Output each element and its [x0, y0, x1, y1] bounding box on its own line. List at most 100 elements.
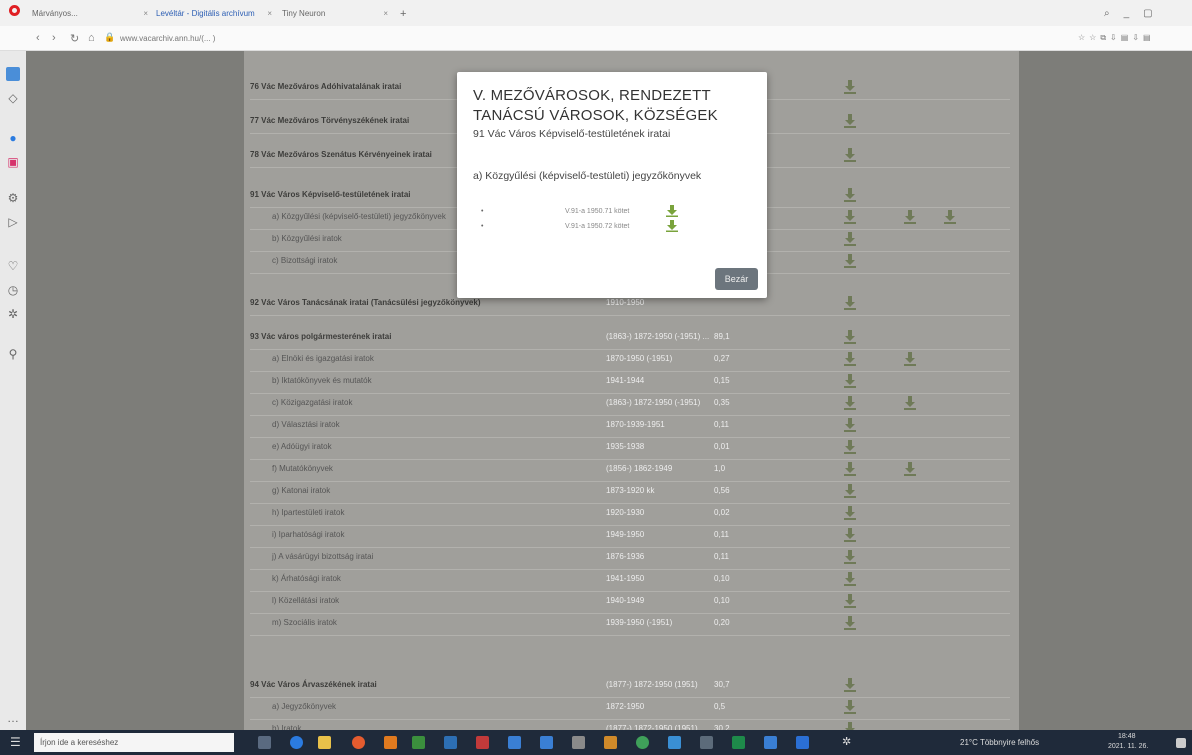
download-icon[interactable] — [844, 232, 856, 246]
tab-1[interactable]: Márványos... × — [32, 5, 152, 22]
download-icon[interactable] — [844, 484, 856, 498]
download-icon[interactable] — [844, 114, 856, 128]
app-icon[interactable] — [604, 736, 617, 749]
download-icon[interactable] — [904, 396, 916, 410]
close-icon[interactable]: × — [379, 9, 392, 18]
app-icon[interactable] — [764, 736, 777, 749]
app-icon[interactable] — [384, 736, 397, 749]
download-icon[interactable] — [844, 462, 856, 476]
home-icon[interactable]: ⌂ — [88, 32, 95, 44]
edge-icon[interactable] — [290, 736, 303, 749]
tab-3[interactable]: Tiny Neuron × — [282, 5, 392, 22]
back-icon[interactable]: ‹ — [36, 32, 40, 44]
download-icon[interactable] — [844, 296, 856, 310]
download-icon[interactable] — [844, 616, 856, 630]
gear-icon[interactable]: ✲ — [6, 307, 20, 321]
download-icon[interactable] — [844, 254, 856, 268]
chrome-icon[interactable] — [352, 736, 365, 749]
sub-series-label[interactable]: d) Választási iratok — [272, 420, 340, 429]
app-icon[interactable] — [540, 736, 553, 749]
sub-series-label[interactable]: i) Iparhatósági iratok — [272, 530, 344, 539]
volume-link[interactable]: V.91-a 1950.71 kötet — [565, 208, 629, 215]
sub-series-label[interactable]: e) Adóügyi iratok — [272, 442, 332, 451]
workspace-icon[interactable] — [6, 67, 20, 81]
word-icon[interactable] — [444, 736, 457, 749]
download-icon[interactable] — [844, 396, 856, 410]
weather-status[interactable]: 21°C Többnyire felhős — [960, 738, 1039, 747]
fond-label[interactable]: 91 Vác Város Képviselő-testületének irat… — [250, 190, 411, 199]
sub-series-label[interactable]: m) Szociális iratok — [272, 618, 337, 627]
fond-label[interactable]: 78 Vác Mezőváros Szenátus Kérvényeinek i… — [250, 150, 432, 159]
download-icon[interactable] — [666, 205, 678, 219]
download-icon[interactable] — [844, 572, 856, 586]
sub-series-label[interactable]: b) Iktatókönyvek és mutatók — [272, 376, 372, 385]
download-icon[interactable] — [844, 506, 856, 520]
excel-icon[interactable] — [732, 736, 745, 749]
sub-series-label[interactable]: f) Mutatókönyvek — [272, 464, 333, 473]
app-icon[interactable] — [476, 736, 489, 749]
close-icon[interactable]: × — [139, 9, 152, 18]
download-icon[interactable] — [844, 440, 856, 454]
tab-2[interactable]: Levéltár - Digitális archívum × — [156, 5, 276, 22]
volume-link[interactable]: V.91-a 1950.72 kötet — [565, 223, 629, 230]
start-menu-icon[interactable]: ☰ — [10, 735, 21, 749]
fond-label[interactable]: 92 Vác Város Tanácsának iratai (Tanácsül… — [250, 298, 480, 307]
download-icon[interactable] — [844, 700, 856, 714]
close-button[interactable]: Bezár — [715, 268, 758, 290]
sub-series-label[interactable]: a) Elnöki és igazgatási iratok — [272, 354, 374, 363]
location-icon[interactable]: ⚲ — [6, 347, 20, 361]
sub-series-label[interactable]: h) Ipartestületi iratok — [272, 508, 344, 517]
fond-label[interactable]: 93 Vác város polgármesterének iratai — [250, 332, 391, 341]
maximize-icon[interactable]: ▢ — [1143, 8, 1152, 19]
messenger-icon[interactable]: ● — [6, 131, 20, 145]
download-icon[interactable] — [844, 722, 856, 730]
download-icon[interactable] — [904, 462, 916, 476]
download-icon[interactable] — [844, 550, 856, 564]
new-tab-button[interactable]: + — [400, 5, 414, 22]
sub-series-label[interactable]: a) Közgyűlési (képviselő-testületi) jegy… — [272, 212, 446, 221]
download-icon[interactable] — [844, 678, 856, 692]
download-icon[interactable] — [844, 188, 856, 202]
download-icon[interactable] — [844, 330, 856, 344]
sub-series-label[interactable]: k) Árhatósági iratok — [272, 574, 341, 583]
heart-icon[interactable]: ♡ — [6, 259, 20, 273]
close-icon[interactable]: × — [263, 9, 276, 18]
app-icon[interactable] — [700, 736, 713, 749]
instagram-icon[interactable]: ▣ — [6, 155, 20, 169]
fond-label[interactable]: 77 Vác Mezőváros Törvényszékének iratai — [250, 116, 409, 125]
search-icon[interactable]: ⌕ — [1104, 8, 1110, 19]
download-icon[interactable] — [904, 352, 916, 366]
minimize-icon[interactable]: _ — [1124, 8, 1130, 19]
app-icon[interactable] — [796, 736, 809, 749]
app-icon[interactable] — [412, 736, 425, 749]
fond-label[interactable]: 76 Vác Mezőváros Adóhivatalának iratai — [250, 82, 401, 91]
more-icon[interactable]: … — [6, 711, 20, 725]
download-icon[interactable] — [944, 210, 956, 224]
taskbar-search-input[interactable]: Írjon ide a kereséshez — [34, 733, 234, 752]
download-icon[interactable] — [844, 80, 856, 94]
app-icon[interactable] — [572, 736, 585, 749]
sub-series-label[interactable]: a) Jegyzőkönyvek — [272, 702, 336, 711]
reload-icon[interactable]: ↻ — [70, 32, 79, 45]
download-icon[interactable] — [844, 594, 856, 608]
download-icon[interactable] — [844, 374, 856, 388]
app-icon[interactable] — [668, 736, 681, 749]
sub-series-label[interactable]: g) Katonai iratok — [272, 486, 330, 495]
sub-series-label[interactable]: b) Közgyűlési iratok — [272, 234, 342, 243]
file-explorer-icon[interactable] — [318, 736, 331, 749]
notification-icon[interactable] — [1176, 738, 1186, 748]
gear-icon[interactable]: ✲ — [842, 735, 851, 748]
speed-dial-icon[interactable]: ◇ — [6, 91, 20, 105]
settings-icon[interactable]: ⚙ — [6, 191, 20, 205]
sub-series-label[interactable]: l) Közellátási iratok — [272, 596, 339, 605]
sub-series-label[interactable]: c) Közigazgatási iratok — [272, 398, 352, 407]
sub-series-label[interactable]: j) A vásárügyi bizottság iratai — [272, 552, 373, 561]
download-icon[interactable] — [666, 220, 678, 234]
download-icon[interactable] — [844, 528, 856, 542]
sub-series-label[interactable]: c) Bizottsági iratok — [272, 256, 337, 265]
task-view-icon[interactable] — [258, 736, 271, 749]
download-icon[interactable] — [904, 210, 916, 224]
history-icon[interactable]: ◷ — [6, 283, 20, 297]
url-field[interactable]: www.vacarchiv.ann.hu/(... ) — [120, 34, 215, 43]
download-icon[interactable] — [844, 352, 856, 366]
